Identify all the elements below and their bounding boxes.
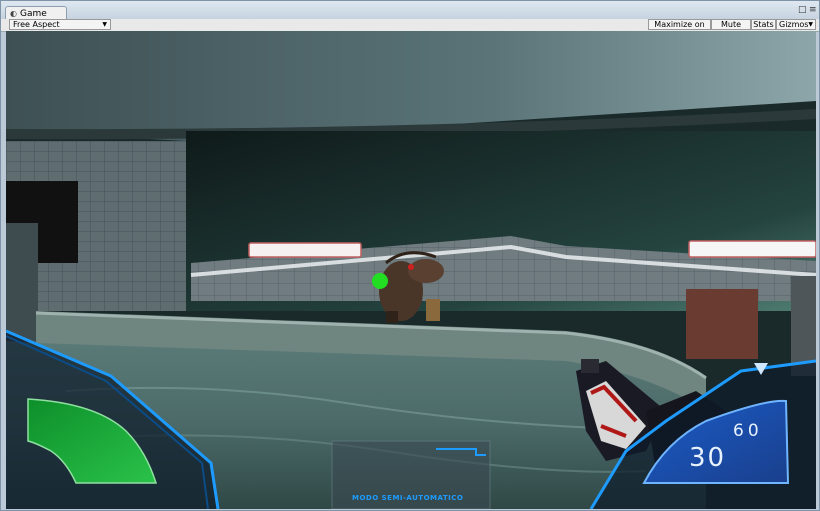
dropdown-arrow-icon: ▼: [808, 21, 813, 28]
tab-bar: ◐ Game □ ≡: [1, 1, 819, 20]
fire-mode-label: MODO SEMI-AUTOMATICO: [352, 494, 464, 502]
ceiling-light: [248, 242, 362, 258]
tab-game-label: Game: [20, 9, 47, 19]
tab-game[interactable]: ◐ Game: [5, 6, 67, 20]
game-scene: [6, 31, 816, 509]
gizmos-label: Gizmos: [779, 20, 809, 29]
pillar: [6, 223, 38, 343]
maximize-on-play-button[interactable]: Maximize on Play: [648, 19, 711, 39]
gizmos-dropdown[interactable]: Gizmos ▼: [776, 19, 816, 30]
aspect-dropdown[interactable]: Free Aspect ▼: [9, 19, 111, 30]
ammo-clip-count: 30: [689, 443, 727, 473]
game-viewport[interactable]: 30 60 MODO SEMI-AUTOMATICO: [6, 31, 816, 509]
aspect-label: Free Aspect: [13, 20, 60, 29]
dropdown-arrow-icon: ▼: [102, 21, 107, 28]
unity-game-window: ◐Game □ ≡ Free Aspect ▼ Maximize on Play…: [0, 0, 820, 511]
ceiling-light: [688, 240, 816, 258]
ammo-reserve-count: 60: [733, 421, 763, 441]
rusty-barrel: [686, 289, 758, 359]
crosshair-dot: [372, 273, 388, 289]
menu-icon[interactable]: ≡: [809, 5, 817, 15]
mute-audio-button[interactable]: Mute audio: [711, 19, 751, 39]
maximize-icon[interactable]: □: [798, 5, 807, 15]
stats-button[interactable]: Stats: [751, 19, 776, 30]
